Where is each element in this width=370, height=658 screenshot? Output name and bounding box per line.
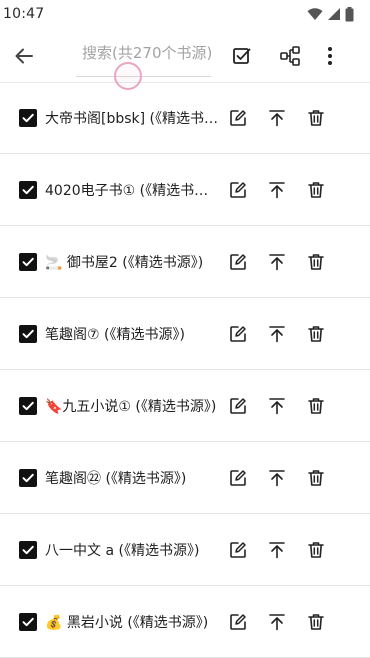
check-icon [22, 401, 34, 410]
delete-icon [308, 541, 324, 558]
move-to-top-icon [269, 181, 285, 198]
back-button[interactable] [10, 42, 38, 70]
source-name: 笔趣阁⑦ (《精选书源》) [45, 326, 185, 343]
battery-icon [345, 6, 354, 21]
edit-button[interactable] [225, 537, 251, 563]
delete-button[interactable] [303, 249, 329, 275]
status-bar: 10:47 [0, 0, 370, 30]
move-to-top-button[interactable] [264, 321, 290, 347]
move-to-top-icon [269, 397, 285, 414]
edit-icon [230, 397, 246, 414]
more-vertical-icon [328, 47, 332, 65]
delete-button[interactable] [303, 105, 329, 131]
move-to-top-icon [269, 253, 285, 270]
checkbox-edit-icon [233, 48, 251, 64]
edit-icon [230, 469, 246, 486]
source-name: 笔趣阁㉒ (《精选书源》) [45, 470, 187, 487]
move-to-top-icon [269, 110, 285, 127]
toolbar [0, 30, 370, 83]
source-checkbox[interactable] [19, 396, 37, 415]
group-button[interactable] [276, 42, 304, 70]
edit-button[interactable] [225, 249, 251, 275]
check-icon [22, 329, 34, 338]
move-to-top-button[interactable] [264, 249, 290, 275]
edit-button[interactable] [225, 393, 251, 419]
source-name: 大帝书阁[bbsk] (《精选书源》) [45, 111, 220, 127]
check-icon [22, 617, 34, 626]
wifi-icon [307, 8, 323, 20]
list-item[interactable]: 大帝书阁[bbsk] (《精选书源》) [0, 83, 370, 154]
source-checkbox[interactable] [19, 540, 37, 559]
move-to-top-button[interactable] [264, 393, 290, 419]
group-tree-icon [280, 46, 300, 66]
delete-icon [308, 181, 324, 198]
search-field [76, 40, 211, 77]
source-name: 💰 黑岩小说 (《精选书源》) [45, 614, 209, 631]
check-icon [22, 185, 34, 194]
delete-button[interactable] [303, 321, 329, 347]
list-item[interactable]: 八一中文 a (《精选书源》) [0, 514, 370, 586]
source-name: 4020电子书① (《精选书源》) [45, 182, 220, 199]
delete-icon [308, 469, 324, 486]
move-to-top-icon [269, 469, 285, 486]
move-to-top-button[interactable] [264, 177, 290, 203]
arrow-left-icon [15, 48, 33, 64]
delete-button[interactable] [303, 465, 329, 491]
status-icons [307, 6, 354, 22]
delete-icon [308, 325, 324, 342]
edit-icon [230, 613, 246, 630]
list-item[interactable]: 💰 黑岩小说 (《精选书源》) [0, 586, 370, 658]
status-time: 10:47 [3, 6, 45, 22]
move-to-top-icon [269, 541, 285, 558]
edit-icon [230, 325, 246, 342]
source-list: 大帝书阁[bbsk] (《精选书源》) 4020电子书① (《精选书源》) 🚬 … [0, 83, 370, 658]
delete-icon [308, 253, 324, 270]
source-checkbox[interactable] [19, 468, 37, 487]
source-checkbox[interactable] [19, 180, 37, 199]
more-options-button[interactable] [316, 42, 344, 70]
move-to-top-button[interactable] [264, 105, 290, 131]
delete-icon [308, 613, 324, 630]
list-item[interactable]: 笔趣阁㉒ (《精选书源》) [0, 442, 370, 514]
move-to-top-button[interactable] [264, 465, 290, 491]
check-icon [22, 257, 34, 266]
edit-button[interactable] [225, 177, 251, 203]
move-to-top-button[interactable] [264, 609, 290, 635]
list-item[interactable]: 🚬 御书屋2 (《精选书源》) [0, 226, 370, 298]
source-checkbox[interactable] [19, 109, 37, 127]
delete-button[interactable] [303, 177, 329, 203]
edit-button[interactable] [225, 105, 251, 131]
source-name: 🚬 御书屋2 (《精选书源》) [45, 254, 204, 271]
edit-icon [230, 541, 246, 558]
check-icon [22, 113, 34, 123]
edit-button[interactable] [225, 609, 251, 635]
move-to-top-button[interactable] [264, 537, 290, 563]
list-item[interactable]: 笔趣阁⑦ (《精选书源》) [0, 298, 370, 370]
edit-icon [230, 110, 246, 126]
edit-button[interactable] [225, 465, 251, 491]
cellular-signal-icon [328, 8, 340, 20]
check-icon [22, 545, 34, 554]
source-name: 🔖九五小说① (《精选书源》) [45, 398, 217, 415]
delete-button[interactable] [303, 393, 329, 419]
delete-button[interactable] [303, 609, 329, 635]
delete-icon [308, 397, 324, 414]
source-checkbox[interactable] [19, 252, 37, 271]
source-checkbox[interactable] [19, 612, 37, 631]
edit-icon [230, 253, 246, 270]
move-to-top-icon [269, 613, 285, 630]
source-checkbox[interactable] [19, 324, 37, 343]
edit-icon [230, 181, 246, 198]
search-input[interactable] [76, 40, 211, 66]
move-to-top-icon [269, 325, 285, 342]
check-icon [22, 473, 34, 482]
edit-button[interactable] [225, 321, 251, 347]
source-name: 八一中文 a (《精选书源》) [45, 542, 200, 559]
delete-icon [308, 110, 324, 126]
list-item[interactable]: 🔖九五小说① (《精选书源》) [0, 370, 370, 442]
delete-button[interactable] [303, 537, 329, 563]
select-all-button[interactable] [228, 42, 256, 70]
list-item[interactable]: 4020电子书① (《精选书源》) [0, 154, 370, 226]
